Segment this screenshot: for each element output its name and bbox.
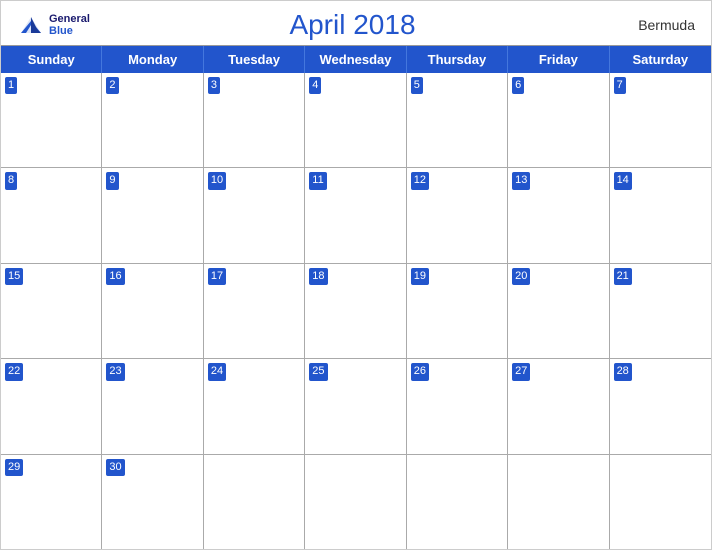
day-cell-5: 5 — [407, 73, 508, 167]
day-headers-row: Sunday Monday Tuesday Wednesday Thursday… — [1, 46, 711, 73]
day-cell-20: 20 — [508, 264, 609, 358]
day-cell-12: 12 — [407, 168, 508, 262]
day-cell-3: 3 — [204, 73, 305, 167]
logo-blue: Blue — [49, 25, 90, 37]
day-cell-15: 15 — [1, 264, 102, 358]
header-friday: Friday — [508, 46, 609, 73]
day-cell-27: 27 — [508, 359, 609, 453]
day-cell-10: 10 — [204, 168, 305, 262]
day-cell-empty-5 — [610, 455, 711, 549]
day-cell-23: 23 — [102, 359, 203, 453]
week-row-1: 1 2 3 4 5 6 7 — [1, 73, 711, 168]
day-cell-24: 24 — [204, 359, 305, 453]
day-cell-26: 26 — [407, 359, 508, 453]
day-cell-4: 4 — [305, 73, 406, 167]
day-cell-30: 30 — [102, 455, 203, 549]
day-cell-18: 18 — [305, 264, 406, 358]
day-cell-17: 17 — [204, 264, 305, 358]
week-row-3: 15 16 17 18 19 20 21 — [1, 264, 711, 359]
weeks-container: 1 2 3 4 5 6 7 8 9 10 11 12 13 14 15 16 — [1, 73, 711, 549]
day-cell-empty-2 — [305, 455, 406, 549]
day-cell-22: 22 — [1, 359, 102, 453]
day-cell-21: 21 — [610, 264, 711, 358]
day-cell-9: 9 — [102, 168, 203, 262]
day-cell-2: 2 — [102, 73, 203, 167]
header-monday: Monday — [102, 46, 203, 73]
general-blue-logo-icon — [17, 11, 45, 39]
header-wednesday: Wednesday — [305, 46, 406, 73]
calendar-header: General Blue April 2018 Bermuda — [1, 1, 711, 45]
calendar-container: General Blue April 2018 Bermuda Sunday M… — [0, 0, 712, 550]
day-cell-8: 8 — [1, 168, 102, 262]
calendar-grid: Sunday Monday Tuesday Wednesday Thursday… — [1, 45, 711, 549]
day-cell-16: 16 — [102, 264, 203, 358]
day-cell-29: 29 — [1, 455, 102, 549]
day-cell-6: 6 — [508, 73, 609, 167]
logo-area: General Blue — [17, 11, 90, 39]
week-row-2: 8 9 10 11 12 13 14 — [1, 168, 711, 263]
day-cell-14: 14 — [610, 168, 711, 262]
day-cell-28: 28 — [610, 359, 711, 453]
header-tuesday: Tuesday — [204, 46, 305, 73]
day-cell-empty-3 — [407, 455, 508, 549]
day-cell-19: 19 — [407, 264, 508, 358]
header-thursday: Thursday — [407, 46, 508, 73]
logo-general: General — [49, 13, 90, 25]
day-cell-11: 11 — [305, 168, 406, 262]
day-cell-1: 1 — [1, 73, 102, 167]
day-cell-empty-4 — [508, 455, 609, 549]
header-sunday: Sunday — [1, 46, 102, 73]
week-row-5: 29 30 — [1, 455, 711, 549]
week-row-4: 22 23 24 25 26 27 28 — [1, 359, 711, 454]
calendar-title: April 2018 — [90, 9, 615, 41]
logo-text: General Blue — [49, 13, 90, 37]
day-cell-empty-1 — [204, 455, 305, 549]
day-cell-25: 25 — [305, 359, 406, 453]
day-cell-7: 7 — [610, 73, 711, 167]
region-label: Bermuda — [615, 17, 695, 33]
header-saturday: Saturday — [610, 46, 711, 73]
day-cell-13: 13 — [508, 168, 609, 262]
